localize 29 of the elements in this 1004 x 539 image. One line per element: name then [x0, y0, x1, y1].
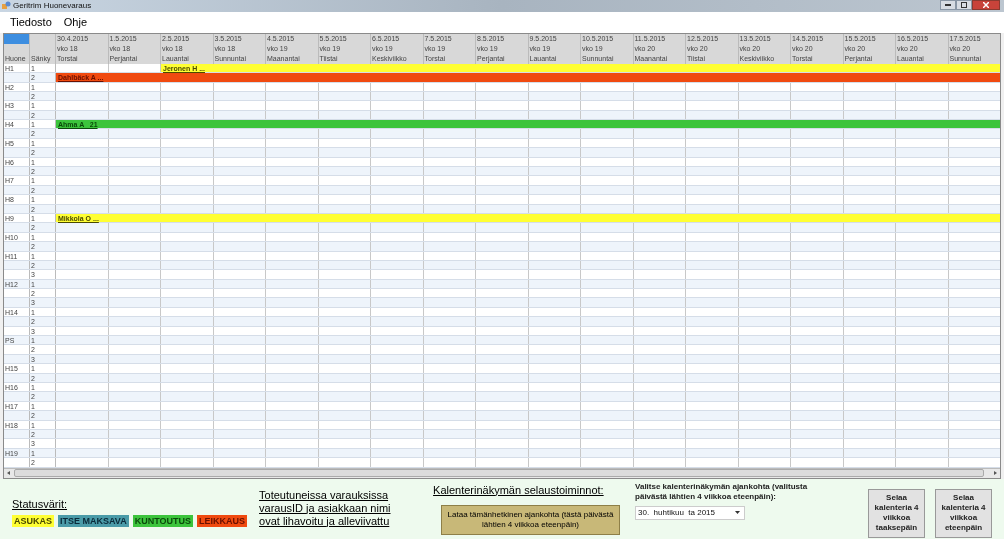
booking-cell[interactable]: [948, 120, 1000, 129]
status-tag: ASUKAS: [12, 514, 54, 527]
close-icon: [983, 2, 989, 9]
status-tag: LEIKKAUS: [197, 514, 248, 527]
browse-back-button[interactable]: Selaa kalenteria 4 viikkoa taaksepäin: [868, 488, 926, 538]
corner-cell[interactable]: [4, 33, 30, 44]
minimize-icon: [945, 4, 951, 7]
maximize-icon: [961, 2, 967, 9]
menu-item[interactable]: Ohje: [59, 14, 92, 31]
app-icon: [1, 0, 11, 11]
dropdown-caret-icon: [735, 511, 741, 514]
status-tag: ITSE MAKSAVA: [58, 514, 129, 527]
date-picker[interactable]: 30. huhtikuu ta 2015: [635, 505, 746, 520]
menu-item[interactable]: Tiedosto: [6, 14, 56, 31]
note-text: Toteutuneissa varauksissa varausID ja asiakkaan nimi ovat lihavoitu ja alleviivattu: [259, 488, 392, 528]
legend-title: Statusvärit:: [12, 498, 69, 510]
horizontal-scrollbar[interactable]: [4, 467, 1000, 478]
minimize-button[interactable]: [940, 0, 956, 11]
picker-label: Valitse kalenterinäkymän ajankohta (valitusta päivästä lähtien 4 viikkoa eteenpäin):: [635, 481, 809, 502]
browse-title: Kalenterinäkymän selaustoiminnot:: [433, 484, 604, 496]
booking-cell[interactable]: [948, 213, 1000, 223]
maximize-button[interactable]: [956, 0, 972, 11]
booking-cell[interactable]: [948, 73, 1000, 82]
current-period-button[interactable]: Lataa tämänhetkinen ajankohta (tästä päivästä lähtien 4 viikkoa eteenpäin): [441, 504, 621, 535]
window-title: Geritrim Huonevaraus: [13, 1, 92, 10]
status-tag: KUNTOUTUS: [132, 514, 194, 527]
close-button[interactable]: [972, 0, 1000, 11]
browse-forward-button[interactable]: Selaa kalenteria 4 viikkoa eteenpäin: [935, 488, 993, 538]
booking-cell[interactable]: [948, 63, 1000, 73]
